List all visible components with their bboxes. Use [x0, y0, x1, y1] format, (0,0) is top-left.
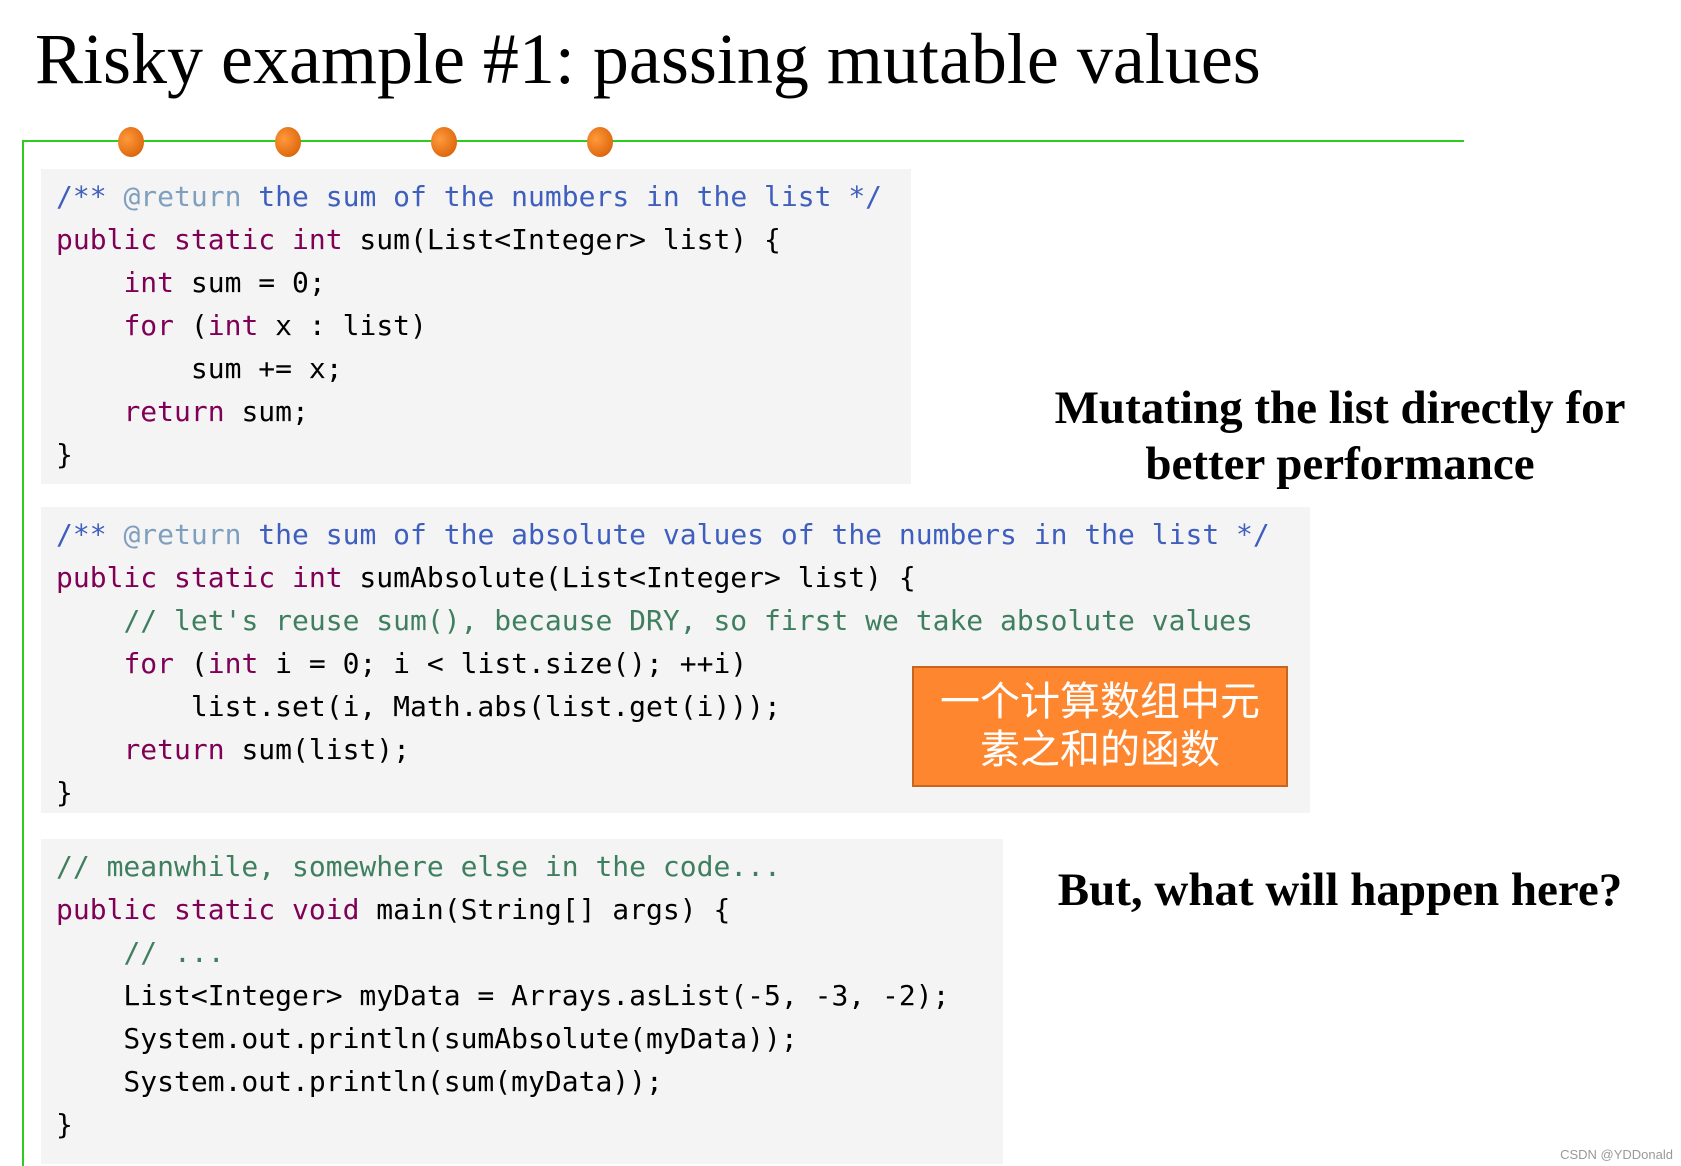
code-token: return	[123, 395, 225, 428]
annotation-note: 一个计算数组中元 素之和的函数	[912, 666, 1288, 787]
code-line: // meanwhile, somewhere else in the code…	[56, 845, 1003, 888]
code-line: /** @return the sum of the numbers in th…	[56, 175, 911, 218]
code-token: /**	[56, 180, 124, 213]
code-token: (	[174, 309, 208, 342]
code-token: the sum of the numbers in the list */	[241, 180, 883, 213]
code-token: int	[123, 266, 175, 299]
code-token: x : list)	[258, 309, 427, 342]
title-divider-line	[22, 140, 1464, 142]
code-token: i = 0; i < list.size(); ++i)	[258, 647, 748, 680]
code-line: public static void main(String[] args) {	[56, 888, 1003, 931]
code-token: int	[207, 647, 259, 680]
code-token: List<Integer> myData = Arrays.asList(-5,…	[56, 979, 950, 1012]
code-token: sum(list);	[224, 733, 411, 766]
code-token: sumAbsolute(List<Integer> list) {	[342, 561, 916, 594]
side-text-question: But, what will happen here?	[1057, 864, 1623, 916]
code-line: // let's reuse sum(), because DRY, so fi…	[56, 599, 1310, 642]
bullet-dot-icon	[587, 127, 613, 157]
code-token: (	[174, 647, 208, 680]
code-token: System.out.println(sum(myData));	[56, 1065, 663, 1098]
side-text-line: better performance	[1145, 438, 1535, 490]
code-token: // let's reuse sum(), because DRY, so fi…	[123, 604, 1253, 637]
code-line: }	[56, 1103, 1003, 1146]
code-line: // ...	[56, 931, 1003, 974]
code-token: @return	[123, 518, 242, 551]
code-block-main: // meanwhile, somewhere else in the code…	[41, 839, 1003, 1164]
code-token: main(String[] args) {	[359, 893, 731, 926]
code-line: sum += x;	[56, 347, 911, 390]
side-text-line: Mutating the list directly for	[1054, 382, 1626, 434]
code-line: System.out.println(sum(myData));	[56, 1060, 1003, 1103]
code-line: public static int sum(List<Integer> list…	[56, 218, 911, 261]
left-border-line	[22, 140, 24, 1166]
code-token: for	[123, 647, 175, 680]
code-token: list.set(i, Math.abs(list.get(i)));	[56, 690, 781, 723]
slide-title: Risky example #1: passing mutable values	[35, 19, 1261, 99]
code-line: public static int sumAbsolute(List<Integ…	[56, 556, 1310, 599]
code-token: public static int	[56, 561, 343, 594]
code-token: }	[56, 438, 73, 471]
code-token: sum += x;	[56, 352, 343, 385]
code-token: // meanwhile, somewhere else in the code…	[56, 850, 781, 883]
bullet-dot-icon	[431, 127, 457, 157]
bullet-dot-icon	[275, 127, 301, 157]
code-line: int sum = 0;	[56, 261, 911, 304]
code-line: }	[56, 433, 911, 476]
code-token: }	[56, 1108, 73, 1141]
code-token: }	[56, 776, 73, 809]
code-token: sum(List<Integer> list) {	[342, 223, 781, 256]
code-token: sum = 0;	[174, 266, 326, 299]
code-line: for (int x : list)	[56, 304, 911, 347]
code-token: sum;	[224, 395, 309, 428]
code-line: return sum;	[56, 390, 911, 433]
code-token: System.out.println(sumAbsolute(myData));	[56, 1022, 798, 1055]
note-line: 素之和的函数	[980, 727, 1220, 773]
code-line: System.out.println(sumAbsolute(myData));	[56, 1017, 1003, 1060]
code-token: for	[123, 309, 175, 342]
code-token: @return	[123, 180, 242, 213]
code-token: /**	[56, 518, 124, 551]
code-token: return	[123, 733, 225, 766]
code-token: the sum of the absolute values of the nu…	[241, 518, 1270, 551]
code-token: // ...	[123, 936, 225, 969]
code-line: /** @return the sum of the absolute valu…	[56, 513, 1310, 556]
code-token: public static int	[56, 223, 343, 256]
code-line: List<Integer> myData = Arrays.asList(-5,…	[56, 974, 1003, 1017]
code-token: int	[207, 309, 259, 342]
note-line: 一个计算数组中元	[940, 679, 1260, 725]
watermark: CSDN @YDDonald	[1560, 1147, 1673, 1162]
code-token: public static void	[56, 893, 360, 926]
side-text-mutating: Mutating the list directly for better pe…	[1030, 380, 1650, 492]
bullet-dot-icon	[118, 127, 144, 157]
code-block-sum: /** @return the sum of the numbers in th…	[41, 169, 911, 484]
